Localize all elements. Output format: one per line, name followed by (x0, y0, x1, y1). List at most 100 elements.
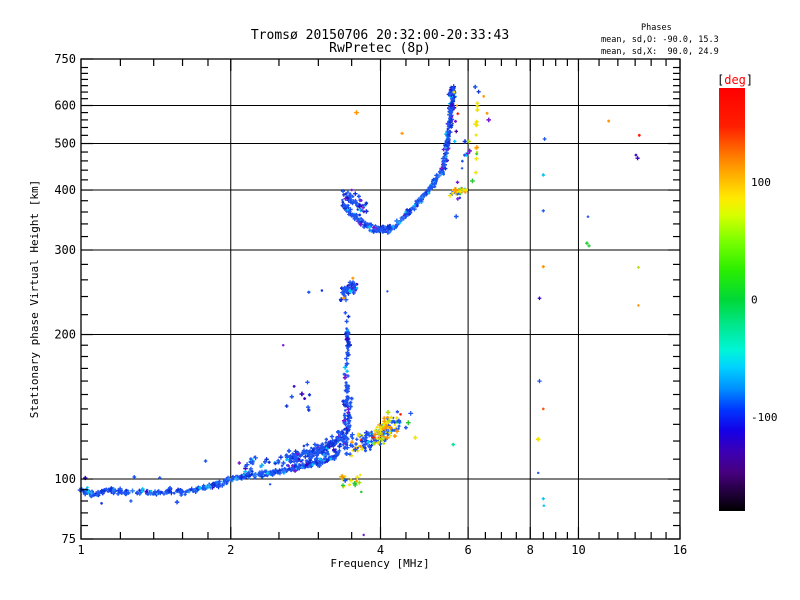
gridlines (81, 59, 680, 539)
scatter-point (453, 214, 459, 219)
x-tick-label: 6 (464, 543, 471, 557)
scatter-point (303, 397, 307, 400)
scatter-point (386, 290, 389, 293)
colorbar-gradient (719, 88, 745, 511)
scatter-point (541, 497, 545, 501)
x-tick-label: 2 (227, 543, 234, 557)
scatter-point (358, 473, 362, 477)
scatter-point (466, 139, 471, 144)
scatter-point (307, 290, 311, 294)
scatter-point (286, 448, 292, 454)
scatter-point (397, 424, 401, 428)
phase-stats: Phases mean, sd,O: -90.0, 15.3 mean, sd,… (601, 23, 719, 57)
scatter-point (389, 415, 393, 420)
scatter-point (474, 133, 478, 137)
scatter-point (350, 188, 353, 192)
scatter-point (474, 170, 478, 175)
scatter-point (305, 380, 310, 385)
scatter-point (351, 276, 355, 280)
scatter-point (307, 393, 312, 397)
scatter-point (585, 241, 589, 245)
scatter-point (607, 119, 611, 123)
scatter-point (535, 437, 541, 442)
scatter-point (542, 137, 547, 141)
scatter-point (174, 499, 180, 505)
scatter-point (537, 296, 542, 301)
ionogram-chart: 1 2 4 6 8 10 1675100200300400500600750 Tromsø … (28, 23, 778, 570)
scatter-point (460, 167, 464, 170)
colorbar: [deg] 100 0 -100 (717, 73, 778, 511)
scatter-point (355, 437, 359, 441)
scatter-point (269, 483, 272, 486)
scatter-point (451, 442, 455, 447)
scatter-point (278, 454, 284, 460)
colorbar-ticks: 100 0 -100 (751, 176, 778, 424)
scatter-point (541, 209, 545, 213)
y-tick-label: 400 (54, 183, 76, 197)
scatter-point (346, 190, 350, 194)
colorbar-tick-label: 0 (751, 294, 758, 307)
x-tick-label: 4 (377, 543, 384, 557)
scatter-point (537, 471, 540, 474)
scatter-point (360, 490, 363, 494)
scatter-point (475, 108, 480, 112)
colorbar-tick-label: 100 (751, 176, 771, 189)
scatter-point (344, 409, 347, 412)
scatter-point (353, 191, 358, 196)
scatter-point (282, 344, 285, 347)
scatter-point (382, 416, 387, 421)
scatter-point (475, 104, 480, 109)
scatter-points (77, 84, 641, 537)
scatter-point (537, 378, 542, 384)
scatter-point (541, 265, 545, 269)
ionogram-window: 1 2 4 6 8 10 16 75 100 200 300 400 500 600 750 Tromsø … (0, 0, 800, 600)
scatter-point (354, 442, 358, 446)
scatter-point (634, 153, 638, 157)
scatter-point (586, 215, 590, 218)
scatter-point (392, 434, 397, 438)
scatter-point (299, 391, 305, 397)
scatter-point (476, 89, 481, 94)
scatter-point (358, 213, 362, 217)
scatter-point (302, 444, 306, 448)
scatter-point (404, 425, 408, 430)
scatter-point (203, 459, 208, 463)
scatter-point (100, 502, 103, 505)
scatter-point (359, 218, 362, 221)
scatter-point (637, 266, 640, 269)
scatter-point (267, 460, 271, 464)
y-tick-label: 750 (54, 52, 76, 66)
y-tick-label: 200 (54, 328, 76, 342)
scatter-point (324, 437, 328, 442)
y-tick-label: 500 (54, 137, 76, 151)
scatter-point (329, 434, 335, 439)
y-tick-label: 300 (54, 243, 76, 257)
scatter-point (341, 198, 344, 202)
y-axis-label: Stationary phase Virtual Height [km] (28, 180, 41, 418)
colorbar-tick-label: -100 (751, 411, 778, 424)
scatter-point (486, 117, 491, 123)
scatter-point (395, 410, 399, 414)
x-tick-label: 1 (77, 543, 84, 557)
scatter-point (354, 110, 359, 115)
scatter-point (382, 442, 386, 445)
x-tick-label: 10 (571, 543, 585, 557)
phase-stats-header: Phases (641, 23, 672, 33)
scatter-point (350, 396, 354, 401)
scatter-point (455, 180, 460, 184)
scatter-point (541, 173, 545, 177)
scatter-point (413, 435, 418, 440)
scatter-point (357, 480, 362, 485)
scatter-point (320, 289, 324, 292)
scatter-point (344, 356, 349, 361)
scatter-point (344, 319, 349, 324)
scatter-point (456, 112, 460, 116)
scatter-point (542, 504, 546, 507)
y-tick-label: 100 (54, 472, 76, 486)
scatter-point (470, 178, 475, 184)
scatter-point (448, 193, 452, 198)
scatter-point (587, 244, 591, 248)
scatter-point (345, 369, 349, 373)
scatter-point (344, 381, 348, 385)
scatter-point (385, 410, 391, 415)
